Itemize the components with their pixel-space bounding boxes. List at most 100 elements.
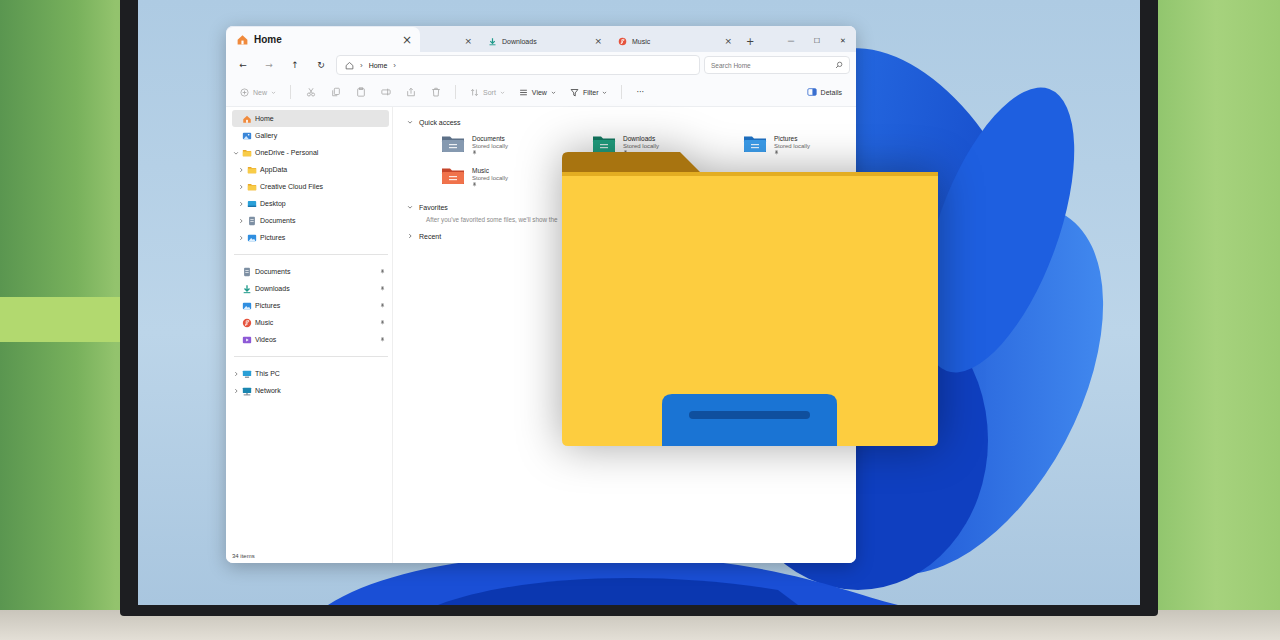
item-count: 34 items	[232, 553, 255, 559]
sidebar-label: Network	[255, 387, 385, 394]
chevron-icon[interactable]	[233, 371, 239, 377]
sidebar-item[interactable]: Creative Cloud Files	[232, 178, 389, 195]
sidebar-divider	[234, 254, 388, 255]
tab[interactable]: ×	[420, 30, 480, 52]
tab-close-button[interactable]: ×	[464, 36, 472, 46]
desktop-icon	[247, 199, 257, 209]
more-button[interactable]: ···	[630, 88, 650, 97]
sidebar-item[interactable]: Music	[232, 314, 389, 331]
chevron-icon[interactable]	[407, 233, 413, 239]
sidebar-item[interactable]: Videos	[232, 331, 389, 348]
dropdown-icon	[551, 90, 556, 95]
rename-button[interactable]	[374, 87, 397, 97]
folder-icon	[242, 148, 252, 158]
chevron-icon[interactable]	[407, 119, 413, 125]
sidebar-item[interactable]: Home	[232, 110, 389, 127]
address-bar[interactable]: ›Home›	[336, 55, 700, 75]
sidebar-label: Videos	[255, 336, 377, 343]
chevron-icon[interactable]	[233, 150, 239, 156]
nav-button[interactable]: ←	[232, 60, 254, 70]
pin-icon	[380, 286, 385, 291]
screen: Home××Downloads×Music×+—☐✕←→↑↻›Home›Sear…	[138, 0, 1140, 605]
window-control-button[interactable]: ✕	[830, 30, 856, 52]
sidebar-item[interactable]: Pictures	[232, 297, 389, 314]
status-bar: 34 items	[226, 551, 392, 563]
delete-button[interactable]	[424, 87, 447, 97]
scissors-icon	[306, 87, 316, 97]
tab[interactable]: Home×	[226, 27, 420, 52]
sidebar-item[interactable]: OneDrive - Personal	[232, 144, 389, 161]
chevron-icon[interactable]	[233, 388, 239, 394]
chevron-icon[interactable]	[407, 204, 413, 210]
gallery-icon	[242, 131, 252, 141]
picture-icon	[247, 233, 257, 243]
sidebar-label: Documents	[255, 268, 377, 275]
new-button[interactable]: New	[234, 86, 282, 99]
filter-button[interactable]: Filter	[564, 86, 614, 99]
sidebar-item[interactable]: Pictures	[232, 229, 389, 246]
details-button[interactable]: Details	[801, 85, 848, 99]
sidebar-item[interactable]: Desktop	[232, 195, 389, 212]
sidebar-label: Gallery	[255, 132, 385, 139]
pin-icon	[380, 337, 385, 342]
tab-close-button[interactable]: ×	[594, 36, 602, 46]
copy-button[interactable]	[324, 87, 347, 97]
sidebar-item[interactable]: AppData	[232, 161, 389, 178]
search-field[interactable]: Search Home	[704, 56, 850, 74]
sidebar-label: Music	[255, 319, 377, 326]
folder-icon	[441, 135, 465, 153]
chevron-icon[interactable]	[238, 218, 244, 224]
new-tab-button[interactable]: +	[740, 30, 760, 52]
dropdown-icon	[500, 90, 505, 95]
folder-icon	[441, 167, 465, 185]
dropdown-icon	[271, 90, 276, 95]
tab-close-button[interactable]: ×	[402, 33, 412, 47]
clipboard-icon	[356, 87, 366, 97]
plus-circle-icon	[240, 88, 249, 97]
picture-icon	[242, 301, 252, 311]
document-icon	[242, 267, 252, 277]
tab-label: Downloads	[502, 38, 589, 45]
tab[interactable]: Music×	[610, 30, 740, 52]
pin-icon	[380, 303, 385, 308]
sidebar-label: OneDrive - Personal	[255, 149, 385, 156]
section-header[interactable]: Quick access	[407, 115, 856, 129]
rename-icon	[381, 87, 391, 97]
view-button[interactable]: View	[513, 86, 562, 99]
chevron-icon[interactable]	[238, 167, 244, 173]
share-button[interactable]	[399, 87, 422, 97]
chevron-icon[interactable]	[238, 201, 244, 207]
quick-access-location: Stored locally	[472, 175, 508, 181]
tab-close-button[interactable]: ×	[724, 36, 732, 46]
pin-icon	[774, 150, 779, 155]
sidebar-item[interactable]: Documents	[232, 263, 389, 280]
nav-button[interactable]: →	[258, 60, 280, 70]
sidebar-label: AppData	[260, 166, 385, 173]
quick-access-item[interactable]: PicturesStored locally	[743, 132, 856, 164]
nav-button[interactable]: ↻	[310, 60, 332, 70]
window-control-button[interactable]: —	[778, 30, 804, 52]
sidebar-item[interactable]: Downloads	[232, 280, 389, 297]
quick-access-name: Music	[472, 167, 508, 174]
video-icon	[242, 335, 252, 345]
tab[interactable]: Downloads ×	[480, 30, 610, 52]
chevron-icon[interactable]	[238, 184, 244, 190]
sort-button[interactable]: Sort	[464, 86, 511, 99]
sidebar-item[interactable]: Network	[232, 382, 389, 399]
view-icon	[519, 88, 528, 97]
folder-icon	[247, 165, 257, 175]
quick-access-location: Stored locally	[472, 143, 508, 149]
breadcrumb-item[interactable]: Home	[369, 62, 388, 69]
sidebar-item[interactable]: Documents	[232, 212, 389, 229]
tab-bar: Home××Downloads×Music×+—☐✕	[226, 26, 856, 52]
nav-button[interactable]: ↑	[284, 60, 306, 70]
music-icon	[618, 37, 627, 46]
window-control-button[interactable]: ☐	[804, 30, 830, 52]
sidebar-item[interactable]: This PC	[232, 365, 389, 382]
folder-icon	[247, 182, 257, 192]
cut-button[interactable]	[299, 87, 322, 97]
file-explorer-logo-icon	[562, 152, 938, 446]
sidebar-item[interactable]: Gallery	[232, 127, 389, 144]
paste-button[interactable]	[349, 87, 372, 97]
chevron-icon[interactable]	[238, 235, 244, 241]
